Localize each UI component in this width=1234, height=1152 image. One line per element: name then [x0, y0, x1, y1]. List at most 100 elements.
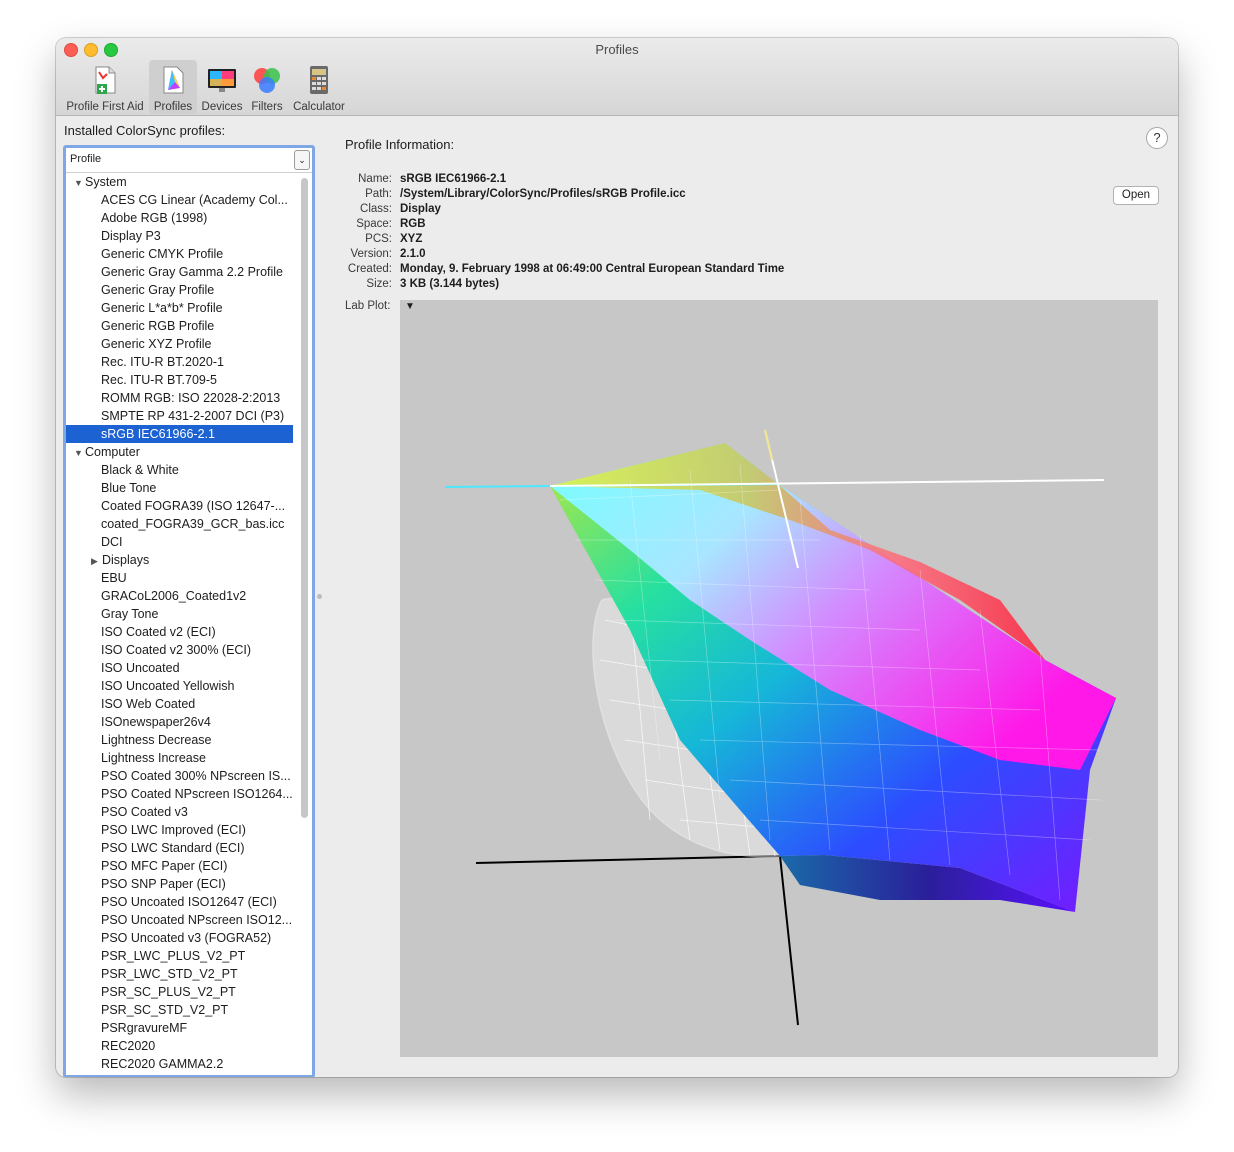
- plot-options-disclosure-icon[interactable]: ▼: [405, 301, 415, 312]
- lab-gamut-3d-plot[interactable]: [400, 300, 1158, 1057]
- profiles-list[interactable]: Profile ⌄ ▼ System ACES CG Linear (Academy…: [63, 145, 315, 1077]
- disclosure-expanded-icon[interactable]: ▼: [74, 444, 85, 461]
- list-column-header[interactable]: Profile ⌄: [66, 148, 312, 173]
- profile-row[interactable]: Generic XYZ Profile: [66, 335, 293, 353]
- first-aid-document-icon: [95, 66, 116, 94]
- profile-row[interactable]: Black & White: [66, 461, 293, 479]
- profile-row[interactable]: ISOnewspaper26v4: [66, 713, 293, 731]
- profile-row[interactable]: PSO LWC Improved (ECI): [66, 821, 293, 839]
- profile-row[interactable]: GRACoL2006_Coated1v2: [66, 587, 293, 605]
- profile-label: Lightness Increase: [101, 751, 206, 765]
- profile-label: Generic Gray Profile: [101, 283, 215, 297]
- profile-row[interactable]: PSO LWC Standard (ECI): [66, 839, 293, 857]
- profile-label: Generic CMYK Profile: [101, 247, 224, 261]
- profile-label: coated_FOGRA39_GCR_bas.icc: [101, 517, 285, 531]
- group-label: System: [85, 175, 127, 189]
- profile-row[interactable]: PSR_SC_STD_V2_PT: [66, 1001, 293, 1019]
- profile-row[interactable]: PSR_LWC_STD_V2_PT: [66, 965, 293, 983]
- info-value: sRGB IEC61966-2.1: [400, 173, 507, 185]
- profile-row[interactable]: Display P3: [66, 227, 293, 245]
- profile-label: PSO Coated NPscreen ISO1264...: [101, 787, 293, 801]
- display-monitor-icon: [208, 69, 236, 92]
- profile-label: ISOnewspaper26v4: [101, 715, 211, 729]
- profile-row[interactable]: Gray Tone: [66, 605, 293, 623]
- profile-row[interactable]: Generic Gray Gamma 2.2 Profile: [66, 263, 293, 281]
- profile-row[interactable]: Generic CMYK Profile: [66, 245, 293, 263]
- profile-label: ROMM RGB: ISO 22028-2:2013: [101, 391, 281, 405]
- profile-row[interactable]: ROMM RGB: ISO 22028-2:2013: [66, 389, 293, 407]
- profile-row[interactable]: PSR_SC_PLUS_V2_PT: [66, 983, 293, 1001]
- info-row-pcs: PCS: XYZ: [296, 232, 896, 247]
- profile-row[interactable]: Generic L*a*b* Profile: [66, 299, 293, 317]
- profile-row[interactable]: ISO Coated v2 300% (ECI): [66, 641, 293, 659]
- profile-row[interactable]: Adobe RGB (1998): [66, 209, 293, 227]
- profile-row[interactable]: PSO Coated NPscreen ISO1264...: [66, 785, 293, 803]
- profile-row[interactable]: PSO Uncoated ISO12647 (ECI): [66, 893, 293, 911]
- toolbar: Profiles Profile First Aid Profiles Devi…: [56, 38, 1178, 116]
- profile-row[interactable]: ISO Web Coated: [66, 695, 293, 713]
- profile-label: PSO Coated v3: [101, 805, 188, 819]
- folder-row[interactable]: ▶ Displays: [66, 551, 293, 569]
- profile-row[interactable]: ISO Coated v2 (ECI): [66, 623, 293, 641]
- profile-row[interactable]: ISO Uncoated: [66, 659, 293, 677]
- profile-row[interactable]: coated_FOGRA39_GCR_bas.icc: [66, 515, 293, 533]
- group-row[interactable]: ▼ Computer: [66, 443, 293, 461]
- profile-row[interactable]: PSO MFC Paper (ECI): [66, 857, 293, 875]
- profile-row[interactable]: Rec. ITU-R BT.2020-1: [66, 353, 293, 371]
- profile-label: PSR_SC_PLUS_V2_PT: [101, 985, 236, 999]
- chevron-down-icon[interactable]: ⌄: [294, 150, 310, 170]
- profile-label: ACES CG Linear (Academy Col...: [101, 193, 288, 207]
- info-row-created: Created: Monday, 9. February 1998 at 06:4…: [296, 262, 896, 277]
- profile-row[interactable]: PSO SNP Paper (ECI): [66, 875, 293, 893]
- profile-row[interactable]: ACES CG Linear (Academy Col...: [66, 191, 293, 209]
- info-row-size: Size: 3 KB (3.144 bytes): [296, 277, 896, 292]
- profile-row[interactable]: REC2020 GAMMA2.2: [66, 1055, 293, 1073]
- window-title: Profiles: [595, 42, 639, 57]
- profile-row[interactable]: Generic RGB Profile: [66, 317, 293, 335]
- profile-row[interactable]: PSR_LWC_PLUS_V2_PT: [66, 947, 293, 965]
- profile-row[interactable]: PSO Coated v3: [66, 803, 293, 821]
- profile-row[interactable]: PSO Uncoated v3 (FOGRA52): [66, 929, 293, 947]
- toolbar-devices[interactable]: Devices: [199, 60, 245, 114]
- profile-label: PSRgravureMF: [101, 1021, 188, 1035]
- profile-row[interactable]: Lightness Increase: [66, 749, 293, 767]
- toolbar-profiles[interactable]: Profiles: [149, 60, 197, 114]
- l-axis-tip: [764, 429, 773, 461]
- toolbar-filters[interactable]: Filters: [247, 60, 287, 114]
- profile-row[interactable]: EBU: [66, 569, 293, 587]
- profiles-document-icon: [163, 66, 184, 94]
- toolbar-label: Profile First Aid: [66, 101, 144, 113]
- group-row[interactable]: ▼ System: [66, 173, 293, 191]
- info-label: Space:: [356, 218, 392, 230]
- profile-row[interactable]: PSO Coated 300% NPscreen IS...: [66, 767, 293, 785]
- toolbar-label: Devices: [201, 101, 243, 113]
- profile-label: PSR_SC_STD_V2_PT: [101, 1003, 229, 1017]
- disclosure-expanded-icon[interactable]: ▼: [74, 174, 85, 191]
- profile-row[interactable]: PSRgravureMF: [66, 1019, 293, 1037]
- profile-row[interactable]: PSO Uncoated NPscreen ISO12...: [66, 911, 293, 929]
- info-value: /System/Library/ColorSync/Profiles/sRGB …: [400, 188, 686, 200]
- toolbar-profile-first-aid[interactable]: Profile First Aid: [62, 60, 148, 114]
- profile-row[interactable]: ISO Uncoated Yellowish: [66, 677, 293, 695]
- profile-row[interactable]: Coated FOGRA39 (ISO 12647-...: [66, 497, 293, 515]
- profile-row[interactable]: Generic Gray Profile: [66, 281, 293, 299]
- open-button[interactable]: Open: [1113, 186, 1159, 205]
- info-row-path: Path: /System/Library/ColorSync/Profiles/…: [296, 187, 896, 202]
- toolbar-calculator[interactable]: Calculator: [290, 60, 348, 114]
- profile-row[interactable]: SMPTE RP 431-2-2007 DCI (P3): [66, 407, 293, 425]
- profile-row[interactable]: DCI: [66, 533, 293, 551]
- profile-row[interactable]: Blue Tone: [66, 479, 293, 497]
- lab-plot[interactable]: [400, 300, 1158, 1057]
- info-label: Size:: [366, 278, 392, 290]
- profile-label: PSO Uncoated NPscreen ISO12...: [101, 913, 293, 927]
- disclosure-collapsed-icon[interactable]: ▶: [91, 552, 102, 569]
- profile-row[interactable]: Lightness Decrease: [66, 731, 293, 749]
- profile-label: Adobe RGB (1998): [101, 211, 208, 225]
- split-view-handle[interactable]: [317, 594, 322, 599]
- help-button[interactable]: ?: [1146, 127, 1168, 149]
- profile-row[interactable]: REC2020: [66, 1037, 293, 1055]
- profile-row[interactable]: sRGB IEC61966-2.1: [66, 425, 293, 443]
- info-label: Name:: [358, 173, 392, 185]
- profile-row[interactable]: Rec. ITU-R BT.709-5: [66, 371, 293, 389]
- profile-label: SMPTE RP 431-2-2007 DCI (P3): [101, 409, 285, 423]
